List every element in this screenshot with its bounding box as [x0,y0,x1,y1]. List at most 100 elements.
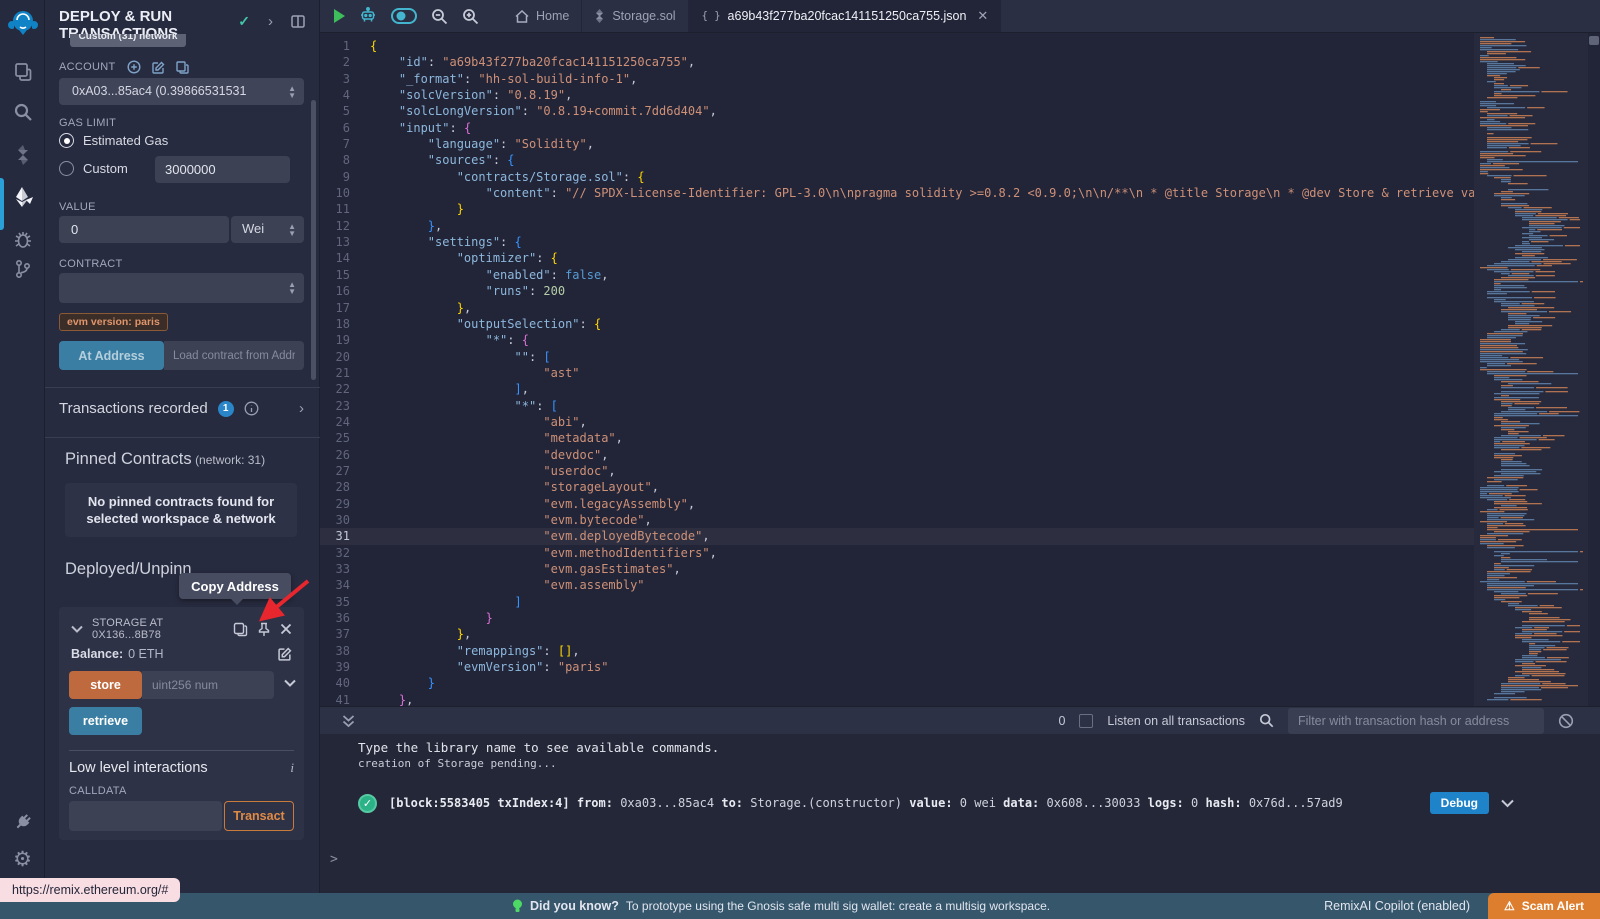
balance-value: 0 ETH [128,647,163,661]
custom-gas-input[interactable] [155,156,290,183]
copilot-status[interactable]: RemixAI Copilot (enabled) [1324,893,1470,919]
code-line: 11 } [320,201,1474,217]
evm-version-badge: evm version: paris [59,313,168,331]
search-icon[interactable] [0,95,45,129]
deploy-run-icon[interactable] [0,180,45,214]
terminal-search-icon[interactable] [1259,713,1274,728]
calldata-label: CALLDATA [69,785,127,797]
lightbulb-icon [512,899,523,914]
file-explorer-icon[interactable] [0,55,45,89]
code-line: 40 } [320,675,1474,691]
value-input[interactable] [59,216,229,243]
copilot-toggle-icon[interactable] [391,8,417,24]
code-line: 27 "userdoc", [320,463,1474,479]
zoom-in-icon[interactable] [462,8,479,25]
code-line: 6 "input": { [320,120,1474,136]
code-line: 29 "evm.legacyAssembly", [320,496,1474,512]
code-line: 14 "optimizer": { [320,250,1474,266]
transaction-log-row[interactable]: ✓ [block:5583405 txIndex:4] from: 0xa03.… [358,792,1514,814]
debugger-icon[interactable] [0,222,45,256]
tab-storage-sol[interactable]: Storage.sol [582,0,688,32]
edit-account-icon[interactable] [152,61,165,74]
expand-tx-icon[interactable] [1501,799,1514,808]
remix-logo-icon[interactable] [0,6,45,40]
solidity-compiler-icon[interactable] [0,138,45,172]
code-line: 8 "sources": { [320,152,1474,168]
code-line: 3 "_format": "hh-sol-build-info-1", [320,71,1474,87]
terminal-pending-line: creation of Storage pending... [358,757,557,770]
code-line: 41 }, [320,692,1474,706]
balance-label: Balance: [71,647,123,661]
run-script-icon[interactable] [334,9,345,23]
pin-panel-icon[interactable] [291,15,305,28]
git-icon[interactable] [0,252,45,286]
panel-scrollbar[interactable] [311,100,316,380]
tab-build-info-json[interactable]: { } a69b43f277ba20fcac141151250ca755.jso… [689,0,1002,32]
collapse-contract-icon[interactable] [71,625,83,633]
code-lines: 1{2 "id": "a69b43f277ba20fcac141151250ca… [320,38,1474,706]
terminal-toolbar: 0 Listen on all transactions [320,706,1600,734]
store-args-input[interactable] [142,671,274,699]
code-line: 34 "evm.assembly" [320,577,1474,593]
plugin-manager-icon[interactable] [0,805,45,839]
scam-alert-button[interactable]: ⚠ Scam Alert [1488,893,1600,919]
edit-balance-icon[interactable] [278,647,292,661]
at-address-input[interactable] [164,341,304,370]
tx-success-icon: ✓ [358,794,377,813]
at-address-button[interactable]: At Address [59,341,164,370]
deploy-run-panel: DEPLOY & RUN TRANSACTIONS ✓ › Custom (31… [45,0,320,893]
code-line: 18 "outputSelection": { [320,316,1474,332]
transactions-recorded-label: Transactions recorded [59,400,208,417]
status-bar: Did you know? To prototype using the Gno… [0,893,1600,919]
ai-copilot-robot-icon[interactable] [359,7,377,25]
code-line: 33 "evm.gasEstimates", [320,561,1474,577]
retrieve-button[interactable]: retrieve [69,707,142,735]
code-line: 35 ] [320,594,1474,610]
info-icon[interactable] [244,401,259,416]
code-line: 21 "ast" [320,365,1474,381]
transactions-expand-icon[interactable]: › [299,400,304,417]
estimated-gas-radio[interactable]: Estimated Gas [59,133,168,148]
icon-rail: ⚙ [0,0,45,893]
code-line: 9 "contracts/Storage.sol": { [320,169,1474,185]
deployed-contract-card: STORAGE AT 0X136...8B78 Balance: 0 ETH s… [59,607,304,840]
low-level-info-icon[interactable]: i [290,760,294,776]
pending-tx-count: 0 [1058,714,1065,728]
clear-console-icon[interactable] [1558,713,1574,729]
code-line: 4 "solcVersion": "0.8.19", [320,87,1474,103]
did-you-know-tip: Did you know? To prototype using the Gno… [512,893,1050,919]
calldata-input[interactable] [69,801,222,831]
contract-select[interactable]: ▲▼ [59,273,304,303]
store-button[interactable]: store [69,671,142,699]
code-editor[interactable]: 1{2 "id": "a69b43f277ba20fcac141151250ca… [320,33,1600,706]
remix-ide-window: ⚙ DEPLOY & RUN TRANSACTIONS ✓ › Custom (… [0,0,1600,919]
tab-bar: Home Storage.sol { } a69b43f277ba20fcac1… [320,0,1600,33]
expand-store-icon[interactable] [284,679,296,687]
zoom-out-icon[interactable] [431,8,448,25]
account-label: ACCOUNT [59,61,116,73]
add-account-icon[interactable] [127,60,141,74]
pinned-contracts-title: Pinned Contracts [65,450,192,468]
tab-home[interactable]: Home [503,0,582,32]
minimap[interactable] [1474,33,1588,706]
transact-button[interactable]: Transact [224,801,294,831]
terminal-prompt[interactable]: > [330,852,338,867]
listen-checkbox[interactable] [1079,714,1093,728]
terminal-filter-input[interactable] [1288,708,1544,734]
custom-gas-radio[interactable]: Custom [59,161,128,176]
debug-button[interactable]: Debug [1430,792,1489,814]
expand-terminal-icon[interactable] [342,714,355,728]
red-annotation-arrow [240,575,325,630]
warning-icon: ⚠ [1504,899,1515,913]
code-line: 22 ], [320,381,1474,397]
account-select[interactable]: 0xA03...85ac4 (0.39866531531 ▲▼ [59,78,304,105]
expand-panel-icon[interactable]: › [268,13,273,30]
terminal[interactable]: Type the library name to see available c… [320,734,1600,893]
close-tab-icon[interactable]: ✕ [977,8,988,24]
code-line: 31 "evm.deployedBytecode", [320,528,1474,544]
value-unit-select[interactable]: Wei ▲▼ [231,216,304,243]
code-line: 26 "devdoc", [320,447,1474,463]
settings-gear-icon[interactable]: ⚙ [0,842,45,876]
editor-scrollbar-thumb[interactable] [1589,36,1599,45]
copy-account-icon[interactable] [176,61,189,74]
